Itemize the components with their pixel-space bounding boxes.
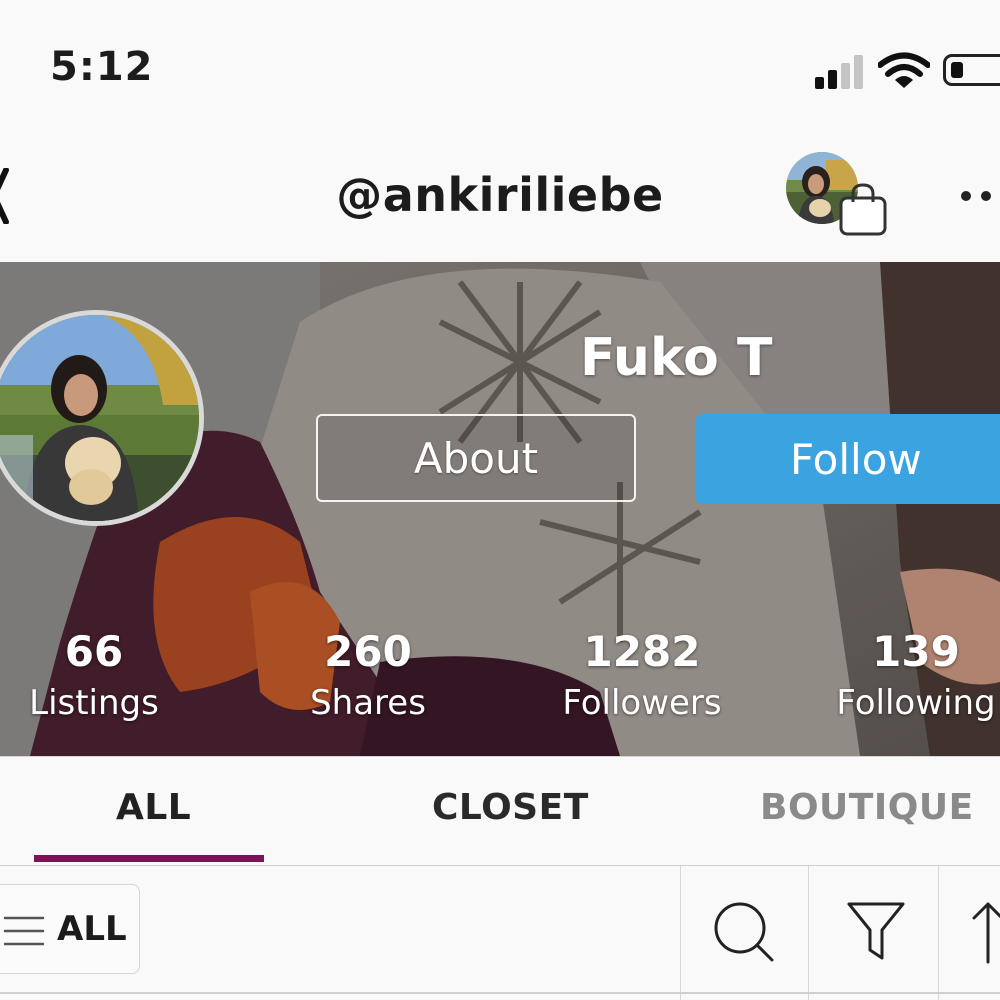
toolbar-bottom-border	[0, 992, 1000, 994]
filter-icon[interactable]	[846, 900, 906, 962]
stat-followers[interactable]: 1282 Followers	[552, 628, 732, 730]
stat-listings[interactable]: 66 Listings	[22, 628, 166, 730]
about-button[interactable]: About	[316, 414, 636, 502]
stat-value: 260	[324, 627, 412, 676]
stat-label: Shares	[310, 683, 426, 723]
battery-icon	[943, 54, 1000, 86]
cover-photo: Fuko T About Follow 66 Listings 260 Shar…	[0, 262, 1000, 756]
stat-value: 66	[64, 627, 124, 676]
stat-shares[interactable]: 260 Shares	[298, 628, 438, 730]
profile-header: @ankiriliebe	[0, 130, 1000, 262]
stat-label: Following	[836, 683, 996, 723]
status-time: 5:12	[50, 44, 154, 90]
category-filter-label: ALL	[57, 909, 127, 949]
category-filter-button[interactable]: ALL	[0, 884, 140, 974]
tab-closet[interactable]: CLOSET	[432, 787, 589, 828]
shopping-bag-icon[interactable]	[838, 182, 888, 236]
signal-icon	[815, 55, 865, 89]
active-tab-indicator	[34, 855, 264, 862]
more-icon[interactable]	[958, 186, 1000, 206]
sort-icon[interactable]	[968, 900, 1000, 964]
stat-value: 139	[872, 627, 960, 676]
listing-toolbar: ALL	[0, 866, 1000, 1000]
tab-boutique[interactable]: BOUTIQUE	[760, 787, 974, 828]
toolbar-divider	[938, 866, 939, 1000]
status-bar: 5:12	[0, 0, 1000, 130]
menu-icon	[3, 916, 45, 946]
stat-label: Followers	[562, 683, 722, 723]
stat-following[interactable]: 139 Following	[828, 628, 1000, 730]
wifi-icon	[878, 52, 930, 88]
tab-all[interactable]: ALL	[116, 787, 191, 828]
display-name: Fuko T	[580, 328, 773, 388]
closet-tabs: ALL CLOSET BOUTIQUE	[0, 756, 1000, 867]
stat-value: 1282	[583, 627, 701, 676]
follow-button[interactable]: Follow	[696, 414, 1000, 504]
toolbar-divider	[680, 866, 681, 1000]
toolbar-divider	[808, 866, 809, 1000]
stat-label: Listings	[29, 683, 159, 723]
search-icon[interactable]	[712, 900, 776, 964]
